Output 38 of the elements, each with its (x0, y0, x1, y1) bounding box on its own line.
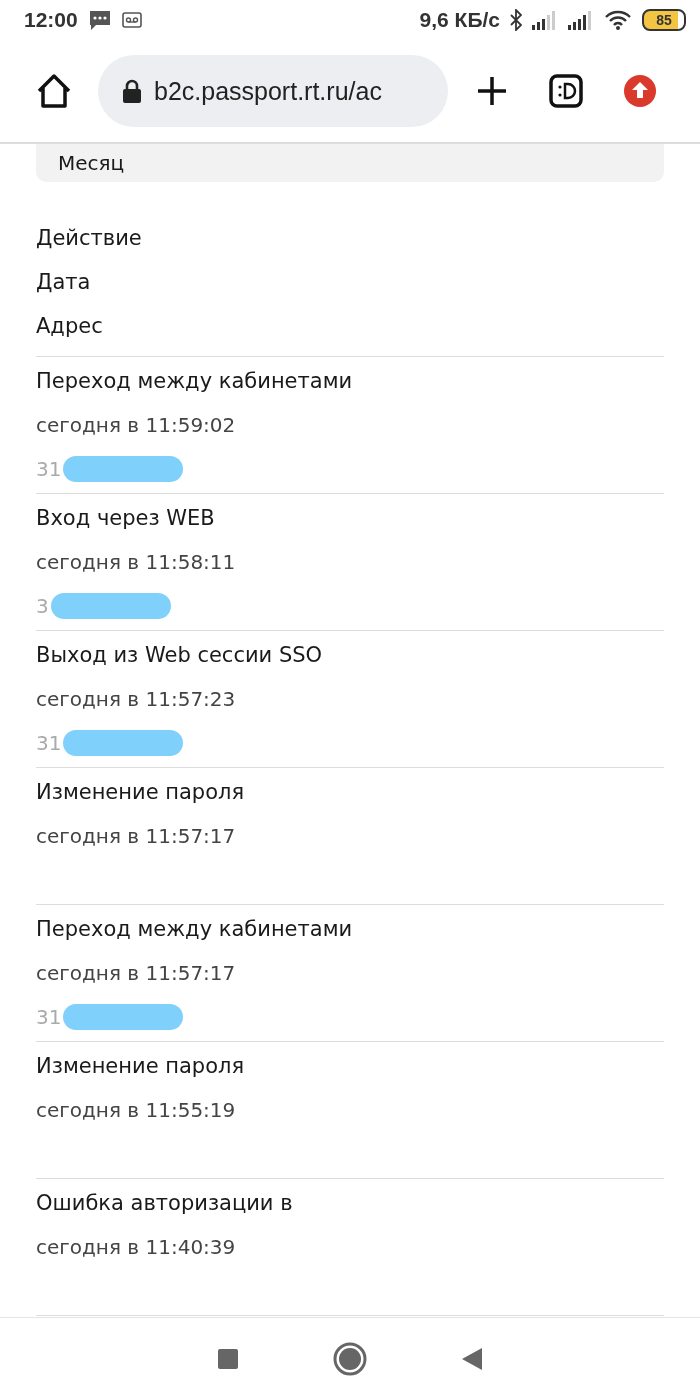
address-bar[interactable]: b2c.passport.rt.ru/ac (98, 55, 448, 127)
smiley-square-icon[interactable] (549, 74, 583, 108)
action-date: сегодня в 11:58:11 (36, 550, 236, 574)
period-dropdown[interactable]: Месяц (36, 144, 664, 182)
message-icon (87, 9, 112, 31)
action-date: сегодня в 11:40:39 (36, 1235, 236, 1259)
network-speed: 9,6 КБ/с (419, 8, 500, 32)
action-date: сегодня в 11:57:23 (36, 687, 236, 711)
action-title: Переход между кабинетами (36, 917, 353, 941)
action-date: сегодня в 11:57:17 (36, 824, 236, 848)
bluetooth-icon (510, 9, 522, 31)
column-label: Действие (36, 226, 142, 250)
ip-address: 31 (36, 731, 62, 755)
action-title: Изменение пароля (36, 1054, 245, 1078)
voicemail-icon (121, 12, 142, 28)
action-title: Изменение пароля (36, 780, 245, 804)
wifi-icon (604, 9, 632, 31)
url-text: b2c.passport.rt.ru/ac (154, 76, 382, 106)
action-date: сегодня в 11:57:17 (36, 961, 236, 985)
action-title: Ошибка авторизации в (36, 1191, 293, 1215)
ip-address: 31 (36, 1005, 62, 1029)
signal-icon (532, 10, 558, 30)
clock: 12:00 (24, 8, 78, 32)
signal-icon (568, 10, 594, 30)
action-title: Переход между кабинетами (36, 369, 353, 393)
action-date: сегодня в 11:55:19 (36, 1098, 236, 1122)
column-label: Дата (36, 270, 91, 294)
plus-icon[interactable] (476, 75, 508, 107)
ip-address: 3 (36, 594, 49, 618)
action-date: сегодня в 11:59:02 (36, 413, 236, 437)
back-icon[interactable] (461, 1347, 483, 1371)
recent-apps-icon[interactable] (217, 1348, 239, 1370)
ip-address: 31 (36, 457, 62, 481)
action-title: Вход через WEB (36, 506, 215, 530)
action-title: Выход из Web сессии SSO (36, 643, 323, 667)
battery-indicator: 85 (642, 9, 686, 31)
lock-icon (122, 79, 142, 103)
column-label: Адрес (36, 314, 103, 338)
